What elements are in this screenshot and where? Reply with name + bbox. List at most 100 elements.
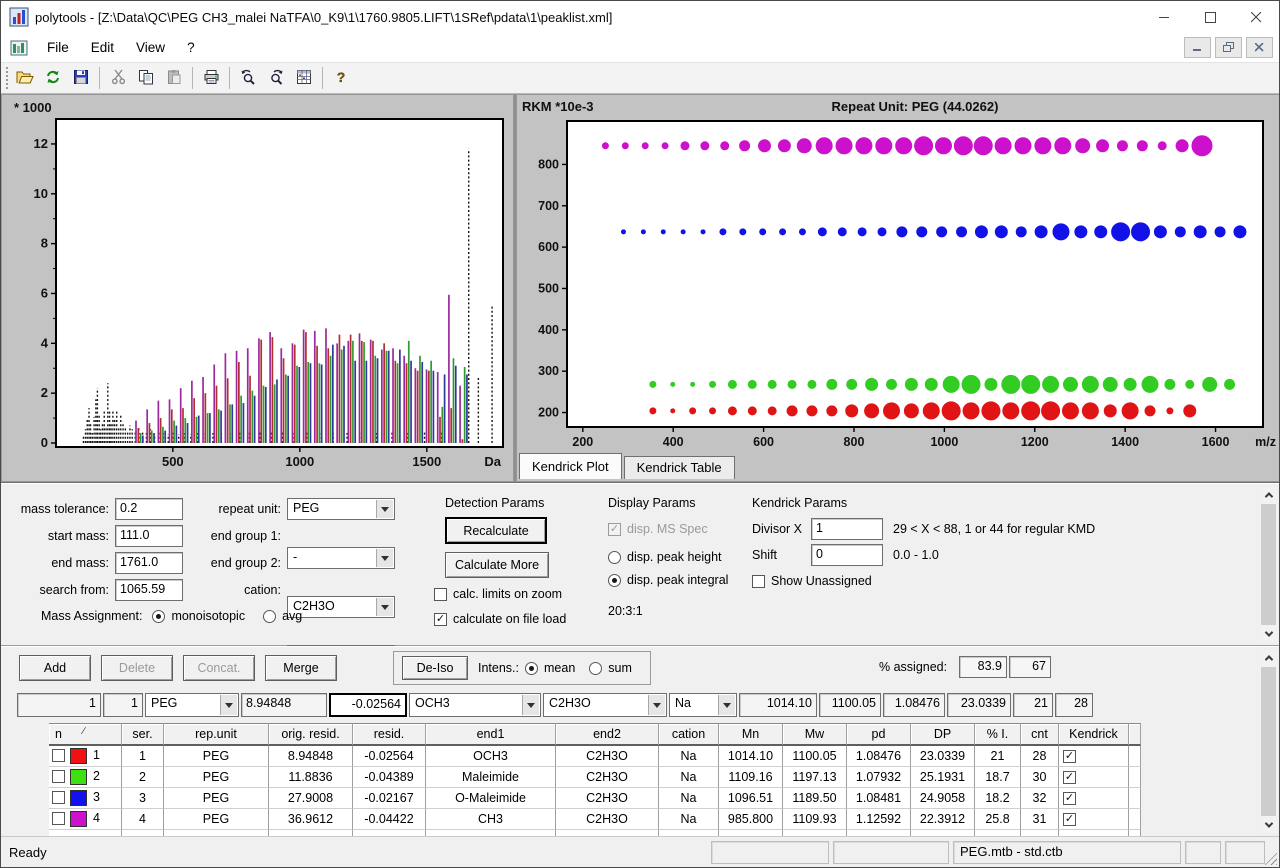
maximize-button[interactable] [1187, 1, 1233, 33]
menu-item-help[interactable]: ? [176, 33, 206, 62]
row-select-checkbox[interactable] [52, 791, 65, 804]
menu-item-view[interactable]: View [125, 33, 176, 62]
menu-item-file[interactable]: File [36, 33, 80, 62]
row-select-checkbox[interactable] [52, 770, 65, 783]
close-button[interactable] [1233, 1, 1279, 33]
table-row[interactable]: 22PEG11.8836-0.04389MaleimideC2H3ONa1109… [49, 767, 1141, 788]
toolbar-copy-button[interactable] [133, 66, 159, 91]
column-header-mw[interactable]: Mw [783, 723, 847, 746]
chevron-down-icon[interactable] [376, 598, 393, 616]
scrollbar-thumb[interactable] [1261, 667, 1276, 816]
chevron-down-icon[interactable] [376, 549, 393, 567]
column-header-n[interactable]: n∕ [49, 723, 122, 746]
param-input-1[interactable]: 111.0 [115, 525, 183, 547]
toolbar-print-button[interactable] [198, 66, 224, 91]
chevron-down-icon[interactable] [718, 695, 735, 715]
recalculate-button[interactable]: Recalculate [445, 517, 547, 544]
kendrick-checkbox[interactable]: ✓ [1063, 813, 1076, 826]
chevron-down-icon[interactable] [522, 695, 539, 715]
kendrick-panel[interactable]: Repeat Unit: PEG (44.0262)RKM *10e-32003… [516, 94, 1280, 482]
add-button[interactable]: Add [19, 655, 91, 681]
minimize-button[interactable] [1141, 1, 1187, 33]
column-header-cnt[interactable]: cnt [1021, 723, 1059, 746]
calc-limits-checkbox[interactable] [434, 588, 447, 601]
toolbar-grip[interactable] [6, 67, 8, 89]
params-scrollbar[interactable] [1260, 487, 1277, 642]
edit-field-5-dropdown[interactable]: OCH3 [409, 693, 541, 717]
column-header-end1[interactable]: end1 [426, 723, 556, 746]
column-header-spacer[interactable] [1129, 723, 1141, 746]
toolbar-zoom-next-button[interactable] [263, 66, 289, 91]
show-unassigned-checkbox[interactable] [752, 575, 765, 588]
kendrick-checkbox[interactable]: ✓ [1063, 771, 1076, 784]
edit-field-7-dropdown[interactable]: Na [669, 693, 737, 717]
edit-field-11[interactable]: 23.0339 [947, 693, 1011, 717]
column-header-pd[interactable]: pd [847, 723, 911, 746]
merge-button[interactable]: Merge [265, 655, 337, 681]
column-header-cation[interactable]: cation [659, 723, 719, 746]
kendrick-checkbox[interactable]: ✓ [1063, 750, 1076, 763]
shift-input[interactable]: 0 [811, 544, 883, 566]
monoisotopic-radio[interactable] [152, 610, 165, 623]
column-header-mn[interactable]: Mn [719, 723, 783, 746]
ms-spectrum-panel[interactable]: * 100002468101250010001500Da [1, 94, 514, 482]
column-header-ser-[interactable]: ser. [122, 723, 164, 746]
edit-field-12[interactable]: 21 [1013, 693, 1053, 717]
menu-item-edit[interactable]: Edit [80, 33, 125, 62]
edit-field-2-dropdown[interactable]: PEG [145, 693, 239, 717]
chevron-down-icon[interactable] [648, 695, 665, 715]
tab-kendrick-plot[interactable]: Kendrick Plot [519, 453, 622, 479]
kendrick-plot-chart[interactable]: Repeat Unit: PEG (44.0262)RKM *10e-32003… [517, 95, 1280, 452]
disp-peak-height-radio[interactable] [608, 551, 621, 564]
column-header-dp[interactable]: DP [911, 723, 975, 746]
toolbar-open-button[interactable] [12, 66, 38, 91]
param-input-0[interactable]: 0.2 [115, 498, 183, 520]
toolbar-help-button[interactable]: ? [328, 66, 354, 91]
param-input-3[interactable]: 1065.59 [115, 579, 183, 601]
disp-ms-spec-checkbox[interactable]: ✓ [608, 523, 621, 536]
toolbar-refresh-button[interactable] [40, 66, 66, 91]
scroll-down-icon[interactable] [1260, 626, 1277, 642]
scrollbar-thumb[interactable] [1261, 504, 1276, 625]
ms-spectrum-chart[interactable]: * 100002468101250010001500Da [2, 95, 513, 482]
intens-mean-radio[interactable] [525, 662, 538, 675]
column-header-end2[interactable]: end2 [556, 723, 659, 746]
intens-sum-radio[interactable] [589, 662, 602, 675]
mdi-minimize-button[interactable] [1184, 37, 1211, 58]
row-select-checkbox[interactable] [52, 749, 65, 762]
scroll-up-icon[interactable] [1260, 487, 1277, 503]
param-dropdown-0[interactable]: PEG [287, 498, 395, 520]
param-dropdown-2[interactable]: C2H3O [287, 596, 395, 618]
toolbar-save-button[interactable] [68, 66, 94, 91]
edit-field-8[interactable]: 1014.10 [739, 693, 817, 717]
column-header-resid-[interactable]: resid. [353, 723, 426, 746]
row-select-checkbox[interactable] [52, 812, 65, 825]
kendrick-checkbox[interactable]: ✓ [1063, 792, 1076, 805]
toolbar-paste-button[interactable] [161, 66, 187, 91]
avg-radio[interactable] [263, 610, 276, 623]
toolbar-zoom-prev-button[interactable] [235, 66, 261, 91]
calculate-more-button[interactable]: Calculate More [445, 552, 549, 578]
edit-field-9[interactable]: 1100.05 [819, 693, 881, 717]
mdi-restore-button[interactable] [1215, 37, 1242, 58]
table-row[interactable]: 33PEG27.9008-0.02167O-MaleimideC2H3ONa10… [49, 788, 1141, 809]
table-row[interactable]: 11PEG8.94848-0.02564OCH3C2H3ONa1014.1011… [49, 746, 1141, 767]
table-row[interactable]: 44PEG36.9612-0.04422CH3C2H3ONa985.800110… [49, 809, 1141, 830]
tab-kendrick-table[interactable]: Kendrick Table [624, 456, 735, 479]
param-dropdown-1[interactable]: - [287, 547, 395, 569]
toolbar-cut-button[interactable] [105, 66, 131, 91]
column-header-orig-resid-[interactable]: orig. resid. [269, 723, 353, 746]
param-input-2[interactable]: 1761.0 [115, 552, 183, 574]
scroll-down-icon[interactable] [1260, 817, 1277, 833]
column-header--i-[interactable]: % I. [975, 723, 1021, 746]
scroll-up-icon[interactable] [1260, 650, 1277, 666]
chevron-down-icon[interactable] [220, 695, 237, 715]
resize-grip[interactable] [1263, 851, 1277, 865]
series-scrollbar[interactable] [1260, 650, 1277, 833]
edit-field-10[interactable]: 1.08476 [883, 693, 945, 717]
mdi-close-button[interactable] [1246, 37, 1273, 58]
edit-field-13[interactable]: 28 [1055, 693, 1093, 717]
edit-field-1[interactable]: 1 [103, 693, 143, 717]
column-header-rep-unit[interactable]: rep.unit [164, 723, 269, 746]
disp-peak-integral-radio[interactable] [608, 574, 621, 587]
